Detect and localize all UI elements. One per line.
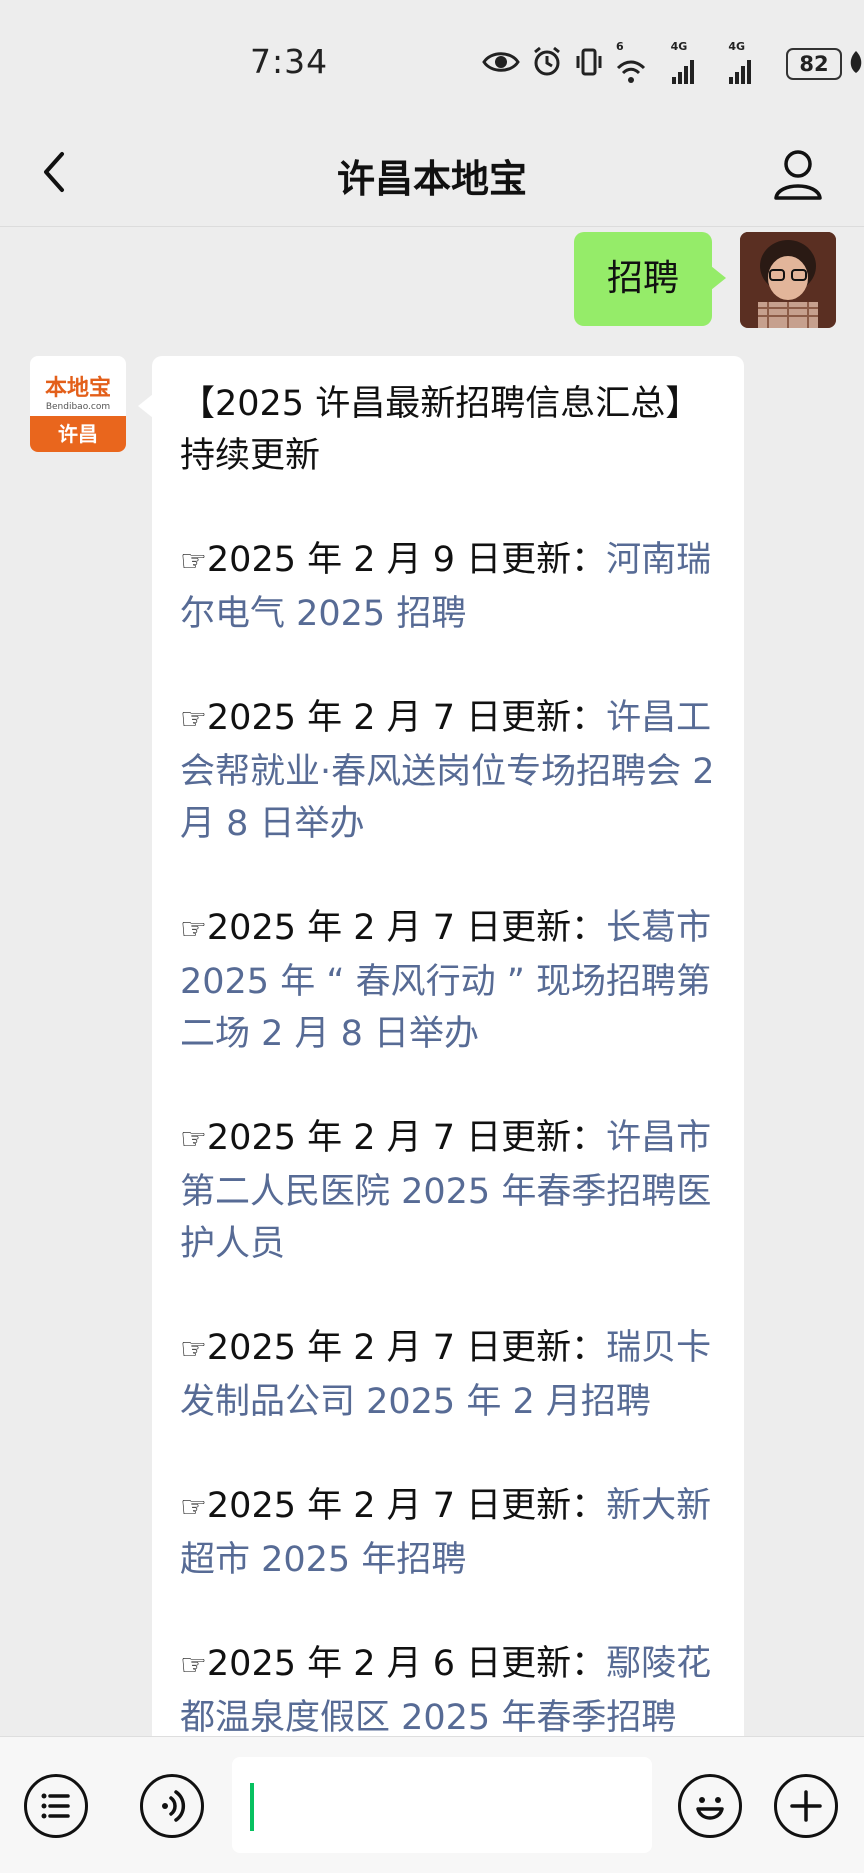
chat-title: 许昌本地宝 — [336, 157, 527, 201]
alarm-icon — [532, 46, 562, 82]
text-caret — [250, 1783, 254, 1831]
list-item: ☞2025 年 2 月 6 日更新：鄢陵花都温泉度假区 2025 年春季招聘 — [180, 1638, 716, 1744]
smiley-icon — [696, 1797, 724, 1820]
pointing-hand-icon: ☞ — [180, 702, 207, 737]
plus-icon — [790, 1790, 822, 1822]
wifi-icon: 6 — [616, 40, 659, 89]
entry-date: 2025 年 2 月 9 日更新： — [206, 540, 607, 580]
pointing-hand-icon: ☞ — [180, 1490, 207, 1525]
bot-avatar[interactable]: 本地宝 Bendibao.com 许昌 — [30, 356, 126, 452]
pointing-hand-icon: ☞ — [180, 1122, 207, 1157]
avatar-logo-city: 许昌 — [30, 416, 126, 452]
status-bar: 7:34 6 4G 4G 82 — [0, 0, 864, 120]
pointing-hand-icon: ☞ — [180, 1648, 207, 1683]
bot-message-bubble: 【2025 许昌最新招聘信息汇总】持续更新 ☞2025 年 2 月 9 日更新：… — [152, 356, 744, 1856]
profile-button[interactable] — [766, 142, 830, 206]
signal-icon-2: 4G — [728, 40, 774, 89]
list-item: ☞2025 年 2 月 7 日更新：长葛市 2025 年 “ 春风行动 ” 现场… — [180, 902, 716, 1060]
status-icons: 6 4G 4G 82 — [482, 40, 864, 84]
leaf-icon — [848, 49, 864, 79]
message-title: 【2025 许昌最新招聘信息汇总】持续更新 — [180, 384, 701, 476]
entry-date: 2025 年 2 月 7 日更新： — [206, 1118, 607, 1158]
person-icon — [774, 150, 822, 200]
entry-date: 2025 年 2 月 7 日更新： — [206, 908, 607, 948]
list-item: ☞2025 年 2 月 7 日更新：许昌工会帮就业·春风送岗位专场招聘会 2 月… — [180, 692, 716, 850]
entry-date: 2025 年 2 月 7 日更新： — [206, 1328, 607, 1368]
signal-icon-1: 4G — [671, 40, 717, 89]
avatar-logo-url: Bendibao.com — [45, 402, 111, 412]
entry-date: 2025 年 2 月 7 日更新： — [206, 698, 607, 738]
list-item: ☞2025 年 2 月 7 日更新：许昌市第二人民医院 2025 年春季招聘医护… — [180, 1112, 716, 1270]
entry-date: 2025 年 2 月 6 日更新： — [206, 1644, 607, 1684]
list-item: ☞2025 年 2 月 7 日更新：新大新超市 2025 年招聘 — [180, 1480, 716, 1586]
voice-icon — [162, 1790, 186, 1822]
pointing-hand-icon: ☞ — [180, 544, 207, 579]
entry-date: 2025 年 2 月 7 日更新： — [206, 1486, 607, 1526]
menu-button[interactable] — [24, 1774, 88, 1838]
voice-button[interactable] — [140, 1774, 204, 1838]
eye-icon — [482, 49, 520, 79]
battery-indicator: 82 — [786, 48, 842, 80]
list-icon — [41, 1793, 70, 1819]
list-item: ☞2025 年 2 月 7 日更新：瑞贝卡发制品公司 2025 年 2 月招聘 — [180, 1322, 716, 1428]
avatar-logo-text: 本地宝 — [44, 376, 111, 401]
pointing-hand-icon: ☞ — [180, 1332, 207, 1367]
status-time: 7:34 — [250, 42, 329, 81]
input-toolbar — [0, 1736, 864, 1873]
list-item: ☞2025 年 2 月 9 日更新：河南瑞尔电气 2025 招聘 — [180, 534, 716, 640]
emoji-button[interactable] — [678, 1774, 742, 1838]
user-avatar[interactable] — [740, 232, 836, 328]
message-input[interactable] — [232, 1757, 652, 1853]
more-button[interactable] — [774, 1774, 838, 1838]
pointing-hand-icon: ☞ — [180, 912, 207, 947]
vibrate-icon — [574, 47, 604, 81]
chat-header: 许昌本地宝 — [0, 120, 864, 227]
bot-bubble-arrow — [138, 394, 153, 418]
user-message-bubble[interactable]: 招聘 — [574, 232, 726, 326]
avatar-photo — [740, 232, 836, 328]
